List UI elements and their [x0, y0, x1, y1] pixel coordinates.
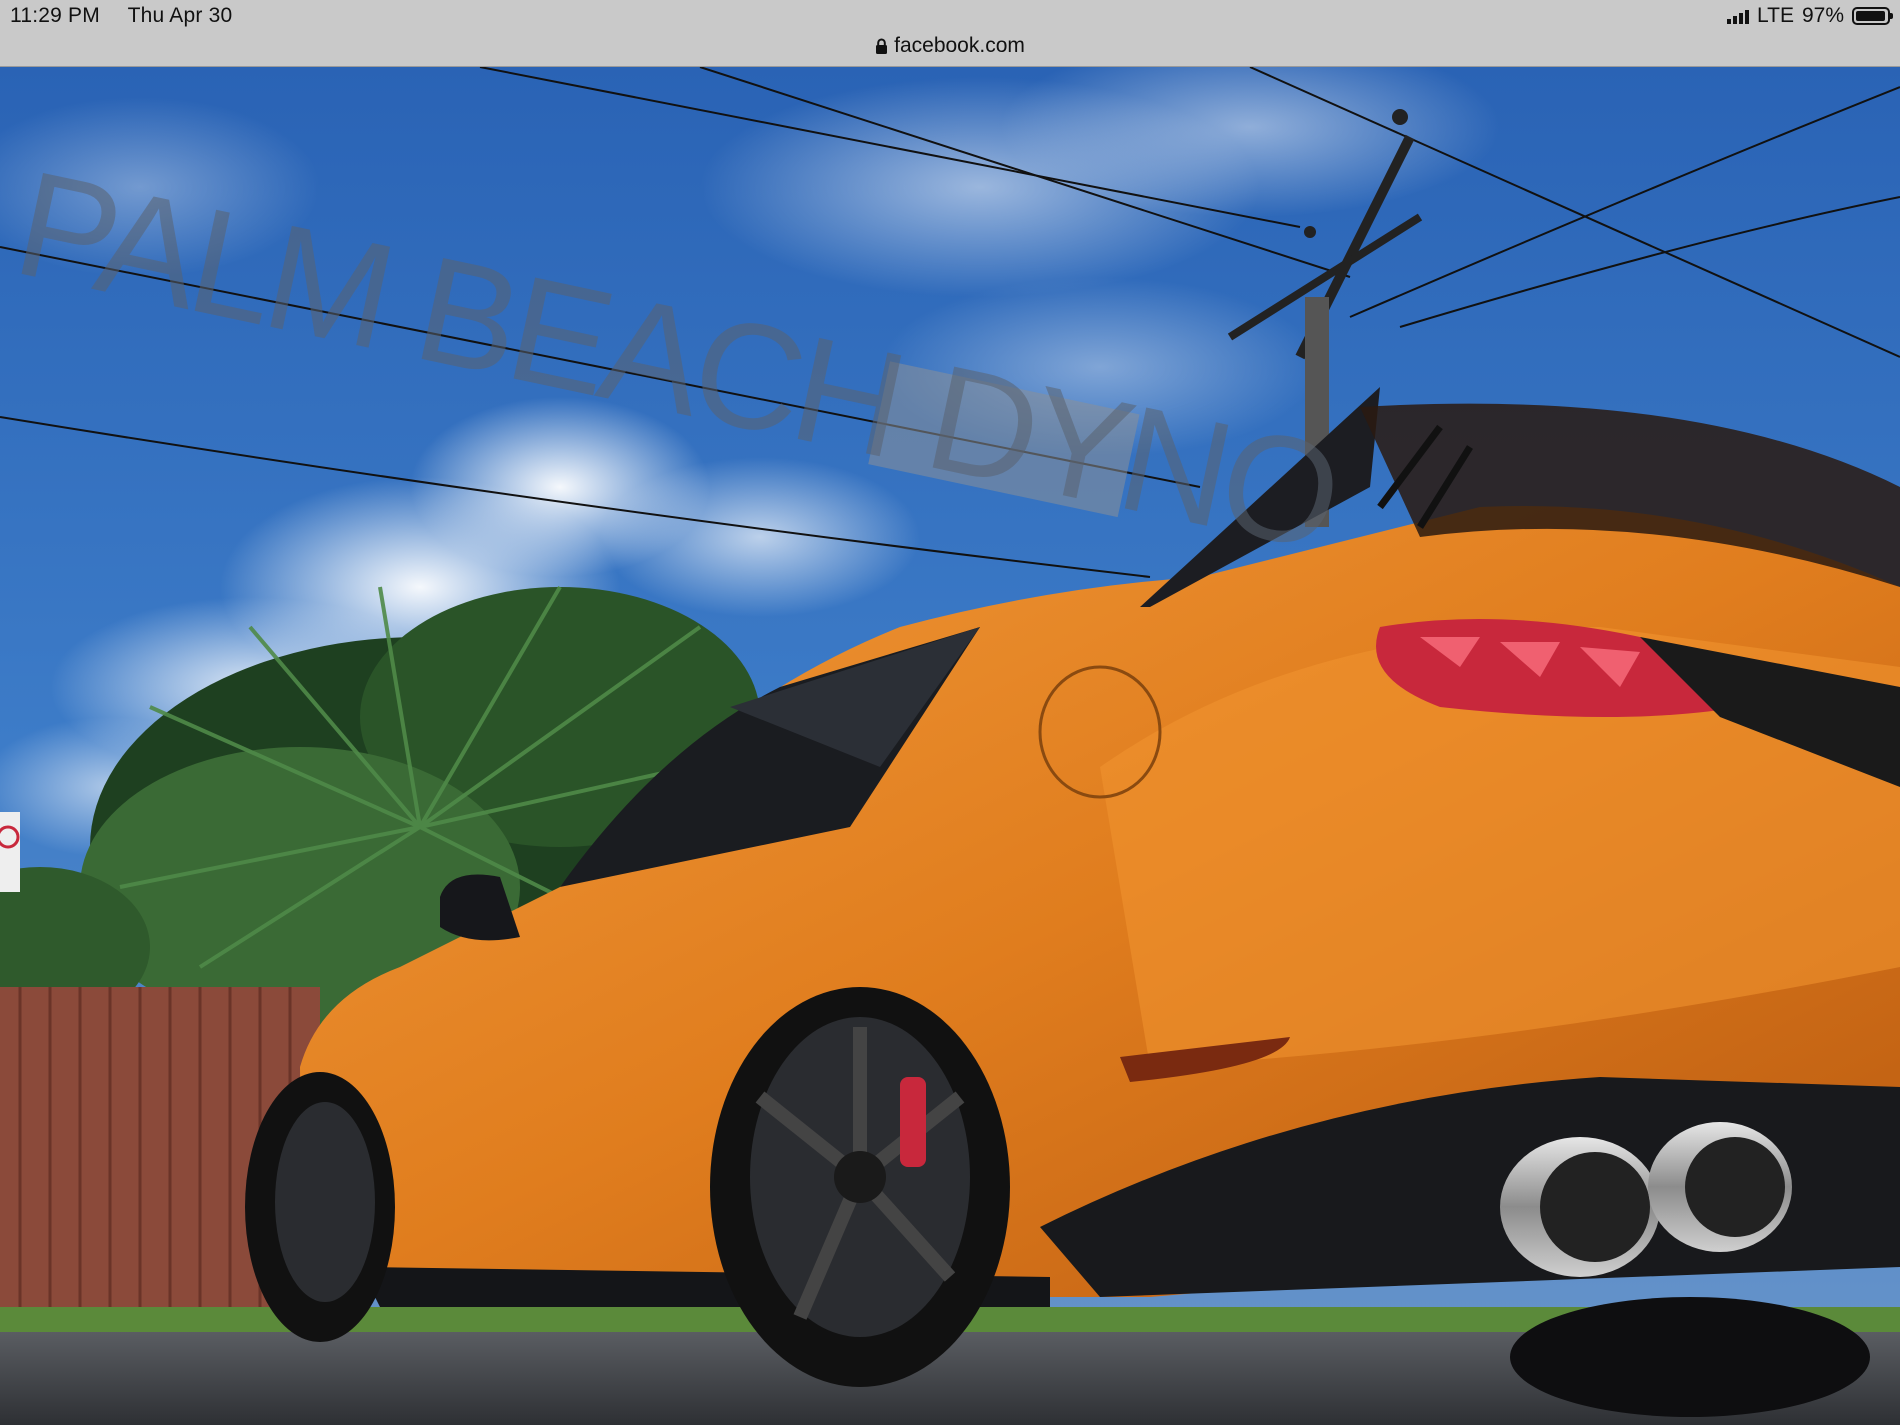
status-right: LTE 97%: [1727, 4, 1893, 28]
network-type: LTE: [1757, 4, 1794, 27]
battery-icon: [1852, 7, 1893, 25]
car-photo-illustration: [0, 67, 1900, 1425]
far-rear-wheel: [1510, 1297, 1870, 1417]
battery-percent: 97%: [1801, 4, 1844, 27]
status-date: Thu Apr 30: [127, 4, 233, 27]
lock-icon: [876, 38, 888, 54]
address-bar[interactable]: facebook.com: [0, 32, 1900, 67]
url-display[interactable]: facebook.com: [0, 34, 1900, 58]
status-time: 11:29 PM: [10, 4, 100, 27]
status-left: 11:29 PM Thu Apr 30: [10, 4, 254, 28]
rear-wheel: [710, 987, 1010, 1387]
road-sign: [0, 812, 20, 892]
front-wheel: [245, 1072, 395, 1342]
battery-level: [1856, 11, 1886, 21]
post-photo[interactable]: PALM BEACH DYNO: [0, 67, 1900, 1425]
signal-icon: [1727, 8, 1749, 24]
status-bar: 11:29 PM Thu Apr 30 LTE 97%: [0, 0, 1900, 32]
url-text: facebook.com: [894, 34, 1025, 57]
